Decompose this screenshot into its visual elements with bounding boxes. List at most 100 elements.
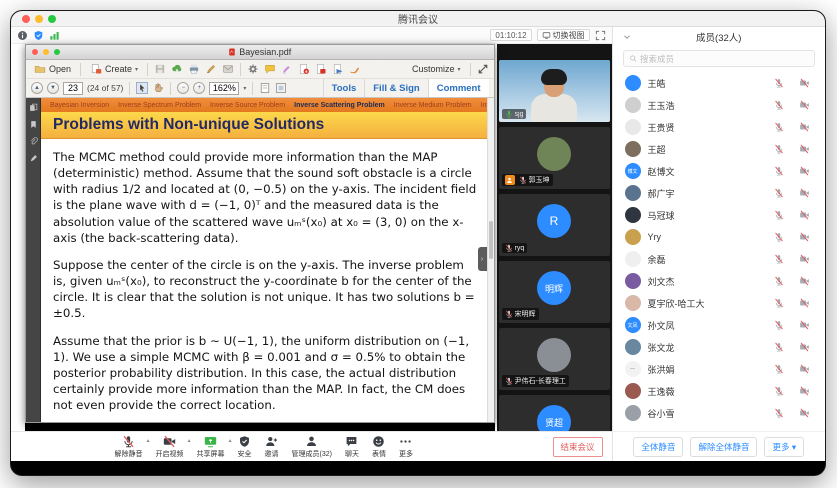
member-mic-muted-icon[interactable] [774,386,784,396]
open-button[interactable]: Open [31,62,74,76]
attachments-icon[interactable] [29,137,38,146]
member-mic-muted-icon[interactable] [774,210,784,220]
member-row[interactable]: 文凤孙文凤 [613,314,825,336]
sign-icon[interactable] [349,63,361,75]
mute-all-button[interactable]: 全体静音 [633,437,683,457]
member-mic-muted-icon[interactable] [774,188,784,198]
member-row[interactable]: 王逸薇 [613,380,825,402]
tab-tools[interactable]: Tools [323,79,365,97]
member-mic-muted-icon[interactable] [774,232,784,242]
end-meeting-button[interactable]: 结束会议 [553,437,603,457]
page-thumbnails-icon[interactable] [29,103,38,112]
member-mic-muted-icon[interactable] [774,122,784,132]
pdf-scrollbar[interactable] [487,98,494,422]
tab-comment[interactable]: Comment [428,79,489,97]
edit-icon[interactable] [205,63,217,75]
expand-arrow-icon[interactable]: ▲ [146,438,151,444]
page-view-icon[interactable] [259,82,271,94]
video-tile[interactable]: 尹伟石-长春理工 [499,328,610,390]
signatures-icon[interactable] [29,154,38,163]
toolbar-item-screen-share[interactable]: 共享屏幕▲ [197,435,225,459]
member-camera-muted-icon[interactable] [799,210,810,220]
scrollbar-handle[interactable] [489,221,493,259]
member-row[interactable]: 王皓 [613,72,825,94]
highlighter-icon[interactable] [281,63,293,75]
member-camera-muted-icon[interactable] [799,166,810,176]
member-row[interactable]: 余磊 [613,248,825,270]
member-camera-muted-icon[interactable] [799,408,810,418]
print-icon[interactable] [188,63,200,75]
unmute-all-button[interactable]: 解除全体静音 [690,437,757,457]
info-icon[interactable] [17,30,28,41]
slide-nav-item[interactable]: Bayesian Inversion [50,102,109,109]
more-button[interactable]: 更多 ▾ [764,437,804,457]
toolbar-item-invite[interactable]: 邀请 [265,435,279,459]
cloud-upload-icon[interactable] [171,63,183,75]
member-camera-muted-icon[interactable] [799,188,810,198]
member-search-box[interactable] [623,50,815,67]
tab-fill-sign[interactable]: Fill & Sign [364,79,427,97]
member-camera-muted-icon[interactable] [799,78,810,88]
page-up-button[interactable]: ▲ [31,82,43,94]
fullscreen-icon[interactable] [595,30,606,41]
video-tile[interactable]: 明辉宋明辉 [499,261,610,323]
member-mic-muted-icon[interactable] [774,364,784,374]
member-camera-muted-icon[interactable] [799,144,810,154]
video-tile[interactable]: 郭玉坤 [499,127,610,189]
page-number-input[interactable] [63,82,83,95]
member-row[interactable]: 马冠球 [613,204,825,226]
save-icon[interactable] [154,63,166,75]
member-camera-muted-icon[interactable] [799,298,810,308]
toolbar-item-shield[interactable]: 安全 [238,435,252,459]
toolbar-item-smiley[interactable]: 表情 [372,435,386,459]
member-camera-muted-icon[interactable] [799,254,810,264]
chevron-down-icon[interactable] [622,32,632,42]
zoom-in-button[interactable]: + [193,82,205,94]
page-down-button[interactable]: ▼ [47,82,59,94]
member-row[interactable]: Yry [613,226,825,248]
member-camera-muted-icon[interactable] [799,320,810,330]
toolbar-item-chat[interactable]: 聊天 [345,435,359,459]
customize-button[interactable]: Customize ▾ [409,63,464,75]
member-row[interactable]: 谷小雪 [613,402,825,424]
member-row[interactable]: 博文赵博文 [613,160,825,182]
toolbar-item-more[interactable]: 更多 [399,435,413,459]
member-mic-muted-icon[interactable] [774,320,784,330]
member-camera-muted-icon[interactable] [799,364,810,374]
member-row[interactable]: 王玉浩 [613,94,825,116]
video-tile[interactable]: 贤超贤超 [499,395,610,431]
expand-arrow-icon[interactable]: ▲ [228,438,233,444]
member-search-input[interactable] [640,54,809,64]
member-row[interactable]: 夏宇欣-哈工大 [613,292,825,314]
bookmarks-icon[interactable] [29,120,38,129]
member-row[interactable]: 张文龙 [613,336,825,358]
toolbar-item-camera-muted[interactable]: 开启视频▲ [156,435,184,459]
create-button[interactable]: Create ▾ [87,62,141,76]
hand-tool-icon[interactable] [152,82,164,94]
member-mic-muted-icon[interactable] [774,276,784,286]
expand-arrow-icon[interactable]: ▲ [187,438,192,444]
video-tile[interactable]: Rryq [499,194,610,256]
member-camera-muted-icon[interactable] [799,342,810,352]
member-mic-muted-icon[interactable] [774,408,784,418]
member-camera-muted-icon[interactable] [799,100,810,110]
export-pdf-icon[interactable] [298,63,310,75]
member-row[interactable]: —张洪娟 [613,358,825,380]
fit-page-icon[interactable] [275,82,287,94]
slide-nav-item[interactable]: Inverse Spectrum Problem [118,102,201,109]
security-shield-icon[interactable] [33,30,44,41]
gear-icon[interactable] [247,63,259,75]
mail-icon[interactable] [222,63,234,75]
member-row[interactable]: 王超 [613,138,825,160]
member-mic-muted-icon[interactable] [774,166,784,176]
zoom-out-button[interactable]: − [177,82,189,94]
member-camera-muted-icon[interactable] [799,232,810,242]
member-mic-muted-icon[interactable] [774,100,784,110]
member-camera-muted-icon[interactable] [799,386,810,396]
toolbar-item-mic-muted[interactable]: 解除静音▲ [115,435,143,459]
chevron-down-icon[interactable]: ▾ [243,85,246,92]
member-mic-muted-icon[interactable] [774,78,784,88]
member-mic-muted-icon[interactable] [774,144,784,154]
slide-nav-item[interactable]: Inverse Medium Problem [394,102,472,109]
member-row[interactable]: 王贵贤 [613,116,825,138]
